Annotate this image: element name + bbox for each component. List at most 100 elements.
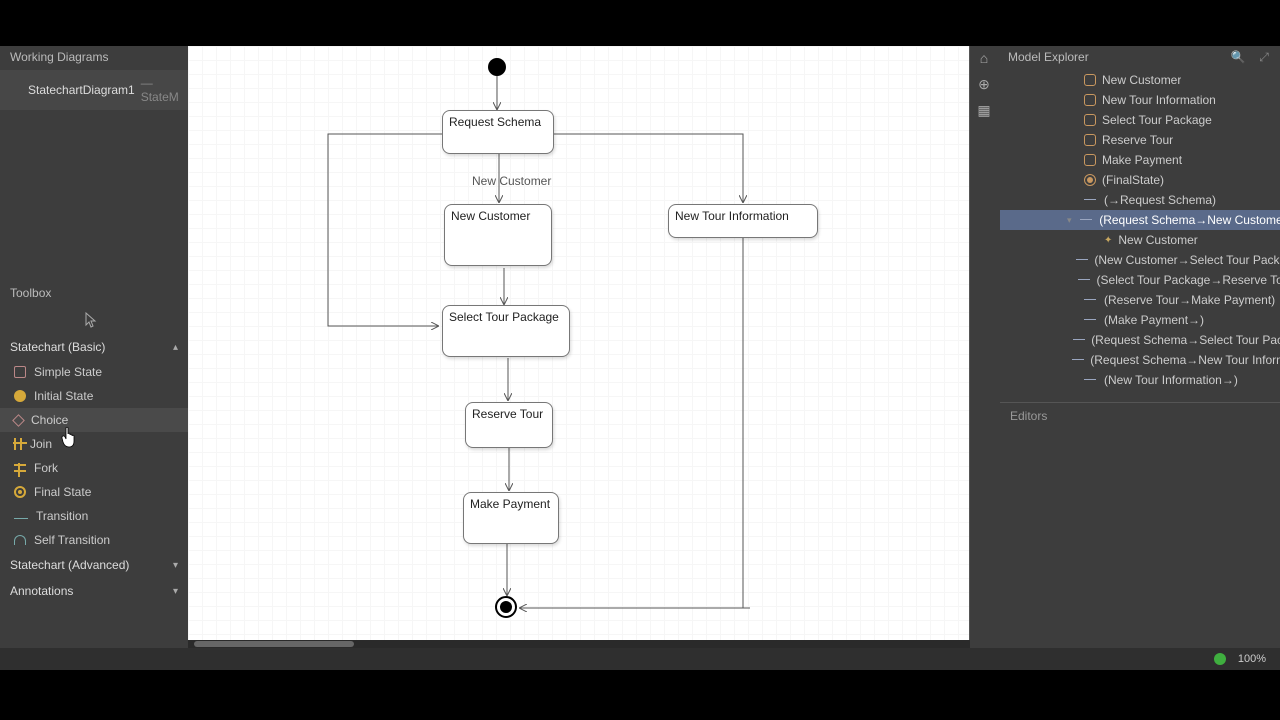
- state-request-schema[interactable]: Request Schema: [442, 110, 554, 154]
- final-state-icon: [1084, 174, 1096, 186]
- tree-item[interactable]: (Request Schema→New Tour Information): [1000, 350, 1280, 370]
- transition-icon: [1084, 316, 1098, 324]
- tree-item-label: (Make Payment→): [1104, 313, 1204, 327]
- tree-item[interactable]: (New Tour Information→): [1000, 370, 1280, 390]
- group-advanced-label: Statechart (Advanced): [10, 558, 129, 572]
- left-panel: Working Diagrams StatechartDiagram1 — St…: [0, 46, 188, 648]
- transition-icon: [1084, 376, 1098, 384]
- toolbox-item-label: Simple State: [34, 365, 102, 379]
- tree-item[interactable]: (Select Tour Package→Reserve Tour): [1000, 270, 1280, 290]
- label-icon: ✦: [1104, 235, 1112, 246]
- chevron-down-icon: ▾: [173, 586, 178, 597]
- tree-item[interactable]: Reserve Tour: [1000, 130, 1280, 150]
- state-new-customer[interactable]: New Customer: [444, 204, 552, 266]
- state-reserve-tour[interactable]: Reserve Tour: [465, 402, 553, 448]
- model-explorer-header: Model Explorer 🔍 ⤢: [1000, 46, 1280, 68]
- state-label: New Customer: [451, 209, 530, 265]
- group-annotations-label: Annotations: [10, 584, 73, 598]
- final-state-node[interactable]: [495, 596, 517, 618]
- diagram-canvas[interactable]: Request Schema New Customer New Customer…: [188, 46, 970, 641]
- left-spacer: [0, 110, 188, 280]
- transition-icon: [1076, 256, 1088, 264]
- state-new-tour-information[interactable]: New Tour Information: [668, 204, 818, 238]
- tree-item[interactable]: Make Payment: [1000, 150, 1280, 170]
- status-bar: 100%: [0, 648, 1280, 670]
- state-icon: [1084, 154, 1096, 166]
- tree-item[interactable]: (Make Payment→): [1000, 310, 1280, 330]
- tree-item-label: (New Customer→Select Tour Package): [1094, 253, 1280, 267]
- model-tree[interactable]: New Customer New Tour Information Select T…: [1000, 68, 1280, 396]
- tree-item[interactable]: New Customer: [1000, 70, 1280, 90]
- toolbox-self-transition[interactable]: Self Transition: [0, 528, 188, 552]
- toolbox-transition[interactable]: Transition: [0, 504, 188, 528]
- tree-item-label: New Tour Information: [1102, 93, 1216, 107]
- state-label: Select Tour Package: [449, 310, 559, 356]
- tree-item-label: (Request Schema→New Customer): [1099, 213, 1280, 227]
- expand-icon[interactable]: ⤢: [1256, 49, 1272, 65]
- zoom-level[interactable]: 100%: [1238, 653, 1266, 665]
- working-diagrams-title: Working Diagrams: [0, 46, 188, 70]
- state-label: Reserve Tour: [472, 407, 543, 447]
- state-icon: [1084, 94, 1096, 106]
- tree-item-label: Make Payment: [1102, 153, 1182, 167]
- editors-title: Editors: [1000, 403, 1280, 429]
- toolbox-pointer-tool[interactable]: [0, 306, 188, 334]
- state-label: New Tour Information: [675, 209, 789, 237]
- edges-layer: [188, 46, 969, 640]
- model-explorer-title: Model Explorer: [1008, 50, 1089, 64]
- initial-state-node[interactable]: [488, 58, 506, 76]
- toolbox-simple-state[interactable]: Simple State: [0, 360, 188, 384]
- toolbox-group-advanced[interactable]: Statechart (Advanced) ▾: [0, 552, 188, 578]
- initial-state-icon: [14, 390, 26, 402]
- chevron-up-icon: ▴: [173, 342, 178, 353]
- home-icon[interactable]: ⌂: [974, 48, 994, 68]
- tree-item-label: New Customer: [1102, 73, 1181, 87]
- state-label: Make Payment: [470, 497, 550, 543]
- state-make-payment[interactable]: Make Payment: [463, 492, 559, 544]
- status-ok-icon: [1214, 653, 1226, 665]
- app-frame: Working Diagrams StatechartDiagram1 — St…: [0, 46, 1280, 648]
- tree-item[interactable]: (→Request Schema): [1000, 190, 1280, 210]
- search-icon[interactable]: 🔍: [1230, 49, 1246, 65]
- toolbox-title: Toolbox: [0, 280, 188, 306]
- transition-icon: [1073, 336, 1085, 344]
- toolbox-group-basic[interactable]: Statechart (Basic) ▴: [0, 334, 188, 360]
- tree-item[interactable]: New Tour Information: [1000, 90, 1280, 110]
- toolbox-join[interactable]: Join: [0, 432, 188, 456]
- tree-expand-icon[interactable]: ▾: [1065, 215, 1074, 226]
- state-select-tour-package[interactable]: Select Tour Package: [442, 305, 570, 357]
- tree-item[interactable]: (Request Schema→Select Tour Package): [1000, 330, 1280, 350]
- tree-item[interactable]: ✦New Customer: [1000, 230, 1280, 250]
- tree-item[interactable]: (New Customer→Select Tour Package): [1000, 250, 1280, 270]
- toolbox-item-label: Fork: [34, 461, 58, 475]
- target-icon[interactable]: ⊕: [974, 74, 994, 94]
- transition-icon: [1084, 196, 1098, 204]
- simple-state-icon: [14, 366, 26, 378]
- tree-item-label: (Request Schema→Select Tour Package): [1091, 333, 1280, 347]
- toolbox-item-label: Transition: [36, 509, 88, 523]
- diagram-tab[interactable]: StatechartDiagram1 — StateM: [0, 70, 188, 110]
- chevron-down-icon: ▾: [173, 560, 178, 571]
- group-basic-label: Statechart (Basic): [10, 340, 105, 354]
- tree-item[interactable]: Select Tour Package: [1000, 110, 1280, 130]
- tree-item[interactable]: (FinalState): [1000, 170, 1280, 190]
- toolbox-fork[interactable]: Fork: [0, 456, 188, 480]
- tree-item-label: (Reserve Tour→Make Payment): [1104, 293, 1275, 307]
- tree-item-label: Select Tour Package: [1102, 113, 1212, 127]
- tree-item[interactable]: ▾ (Request Schema→New Customer): [1000, 210, 1280, 230]
- toolbox-item-label: Self Transition: [34, 533, 110, 547]
- grid-icon[interactable]: ▦: [974, 100, 994, 120]
- toolbox-choice[interactable]: Choice: [0, 408, 188, 432]
- toolbox-final-state[interactable]: Final State: [0, 480, 188, 504]
- toolbox-item-label: Initial State: [34, 389, 93, 403]
- toolbox-initial-state[interactable]: Initial State: [0, 384, 188, 408]
- tree-item-label: (FinalState): [1102, 173, 1164, 187]
- transition-label-new-customer[interactable]: New Customer: [472, 174, 551, 188]
- toolbox-item-label: Choice: [31, 413, 68, 427]
- state-icon: [1084, 74, 1096, 86]
- toolbox-group-annotations[interactable]: Annotations ▾: [0, 578, 188, 604]
- self-transition-icon: [14, 535, 26, 545]
- horizontal-scrollbar[interactable]: [188, 640, 970, 648]
- toolbox-item-label: Join: [30, 437, 52, 451]
- tree-item[interactable]: (Reserve Tour→Make Payment): [1000, 290, 1280, 310]
